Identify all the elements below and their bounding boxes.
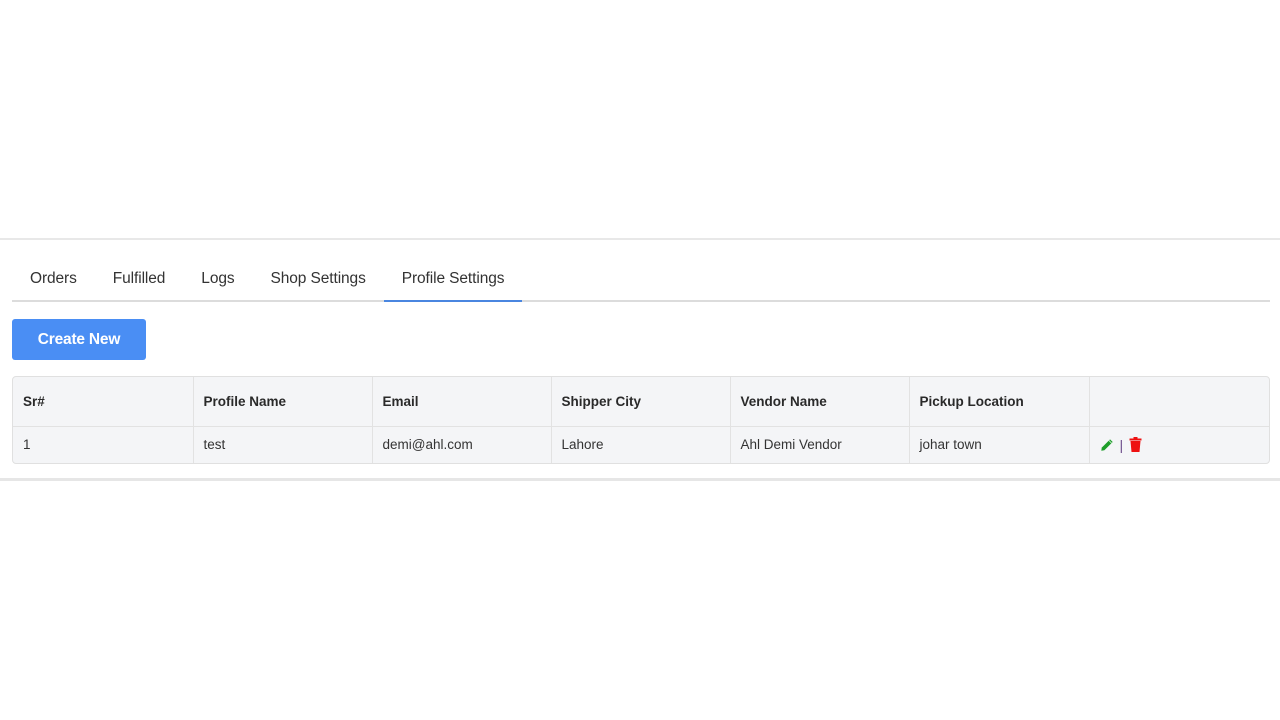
cell-sr: 1 — [13, 426, 194, 463]
tab-logs[interactable]: Logs — [183, 258, 252, 300]
tab-fulfilled[interactable]: Fulfilled — [95, 258, 184, 300]
tab-bar: Orders Fulfilled Logs Shop Settings Prof… — [12, 260, 1270, 302]
column-header-profile-name: Profile Name — [193, 377, 373, 427]
column-header-email: Email — [372, 377, 552, 427]
cell-profile-name: test — [193, 426, 373, 463]
cell-email: demi@ahl.com — [372, 426, 552, 463]
profile-settings-panel: Orders Fulfilled Logs Shop Settings Prof… — [0, 238, 1280, 481]
cell-vendor-name: Ahl Demi Vendor — [730, 426, 910, 463]
pencil-icon[interactable] — [1100, 438, 1114, 452]
cell-shipper-city: Lahore — [551, 426, 731, 463]
profiles-table: Sr# Profile Name Email Shipper City Vend… — [12, 376, 1270, 464]
cell-actions: | — [1089, 426, 1269, 463]
column-header-vendor-name: Vendor Name — [730, 377, 910, 427]
tab-orders[interactable]: Orders — [12, 258, 95, 300]
column-header-shipper-city: Shipper City — [551, 377, 731, 427]
trash-icon[interactable] — [1129, 437, 1142, 453]
tab-profile-settings[interactable]: Profile Settings — [383, 258, 523, 302]
column-header-pickup-location: Pickup Location — [909, 377, 1090, 427]
tab-shop-settings[interactable]: Shop Settings — [253, 258, 384, 300]
table-header-row: Sr# Profile Name Email Shipper City Vend… — [13, 377, 1269, 427]
create-new-button[interactable]: Create New — [12, 319, 146, 360]
action-separator: | — [1119, 436, 1124, 453]
column-header-actions — [1089, 377, 1269, 427]
column-header-sr: Sr# — [13, 377, 194, 427]
cell-pickup-location: johar town — [909, 426, 1090, 463]
table-row: 1 test demi@ahl.com Lahore Ahl Demi Vend… — [13, 426, 1269, 463]
